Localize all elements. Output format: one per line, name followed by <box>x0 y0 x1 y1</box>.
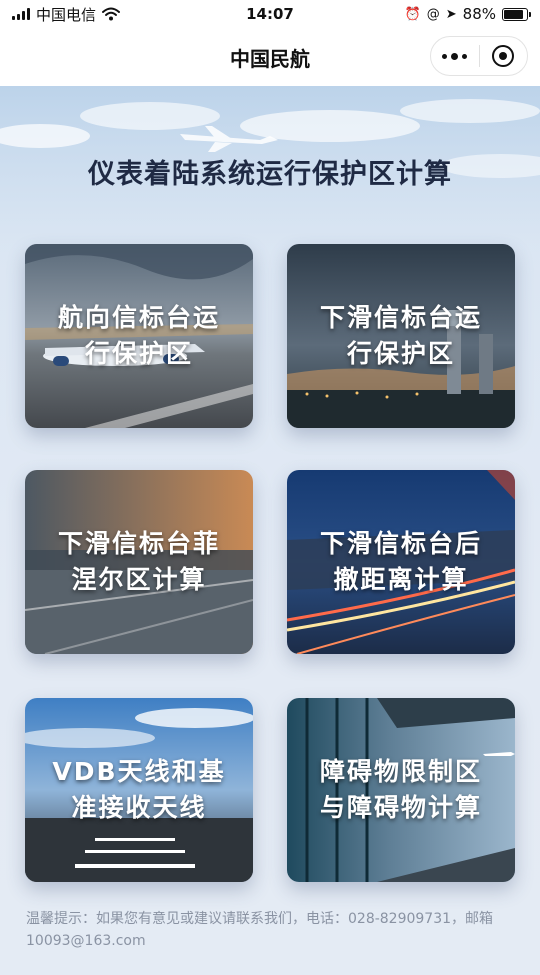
nav-bar: 中国民航 <box>0 28 540 86</box>
nav-title: 中国民航 <box>230 46 310 71</box>
signal-icon <box>12 8 30 20</box>
card-vdb-antenna[interactable]: VDB天线和基 准接收天线 <box>25 698 253 882</box>
status-left: 中国电信 <box>12 4 405 25</box>
card-localizer-protection[interactable]: 航向信标台运 行保护区 <box>25 244 253 428</box>
card-glideslope-fresnel[interactable]: 下滑信标台菲 涅尔区计算 <box>25 470 253 654</box>
card-label: 下滑信标台菲 涅尔区计算 <box>57 528 220 594</box>
card-label: 障碍物限制区 与障碍物计算 <box>319 756 482 822</box>
carrier-label: 中国电信 <box>36 5 97 24</box>
card-glideslope-setback[interactable]: 下滑信标台后 撤距离计算 <box>287 470 515 654</box>
wifi-icon <box>102 7 121 21</box>
card-grid: 航向信标台运 行保护区 下滑信标台运 行保护区 下滑信标台菲 涅尔区计算 下滑信… <box>25 244 515 884</box>
orientation-lock-icon: @ <box>426 6 440 22</box>
card-label: VDB天线和基 准接收天线 <box>52 756 226 822</box>
status-bar: 中国电信 14:07 ⏰ @ ➤ 88% <box>0 0 540 28</box>
card-glideslope-protection[interactable]: 下滑信标台运 行保护区 <box>287 244 515 428</box>
alarm-icon: ⏰ <box>404 6 421 22</box>
status-right: ⏰ @ ➤ 88% <box>404 5 531 23</box>
card-label: 下滑信标台运 行保护区 <box>319 302 482 368</box>
location-arrow-icon: ➤ <box>445 6 457 22</box>
page-title-text: 仪表着陆系统运行保护区计算 <box>88 159 452 190</box>
battery-icon <box>502 7 531 21</box>
main-content: 仪表着陆系统运行保护区计算 航向信标台运 行保护区 下滑信标台运 行保护区 下滑… <box>0 86 540 975</box>
card-label: 航向信标台运 行保护区 <box>57 302 220 368</box>
card-obstacle-limitation[interactable]: 障碍物限制区 与障碍物计算 <box>287 698 515 882</box>
page-title-wrap: 仪表着陆系统运行保护区计算 <box>0 152 540 191</box>
more-dots-icon[interactable] <box>431 37 479 75</box>
card-label: 下滑信标台后 撤距离计算 <box>319 528 482 594</box>
mini-program-capsule <box>430 36 528 76</box>
battery-percent: 88% <box>462 5 496 23</box>
footer-note: 温馨提示：如果您有意见或建议请联系我们，电话：028-82909731，邮箱10… <box>26 911 494 949</box>
page-title: 仪表着陆系统运行保护区计算 <box>84 152 456 191</box>
close-target-icon[interactable] <box>480 37 528 75</box>
